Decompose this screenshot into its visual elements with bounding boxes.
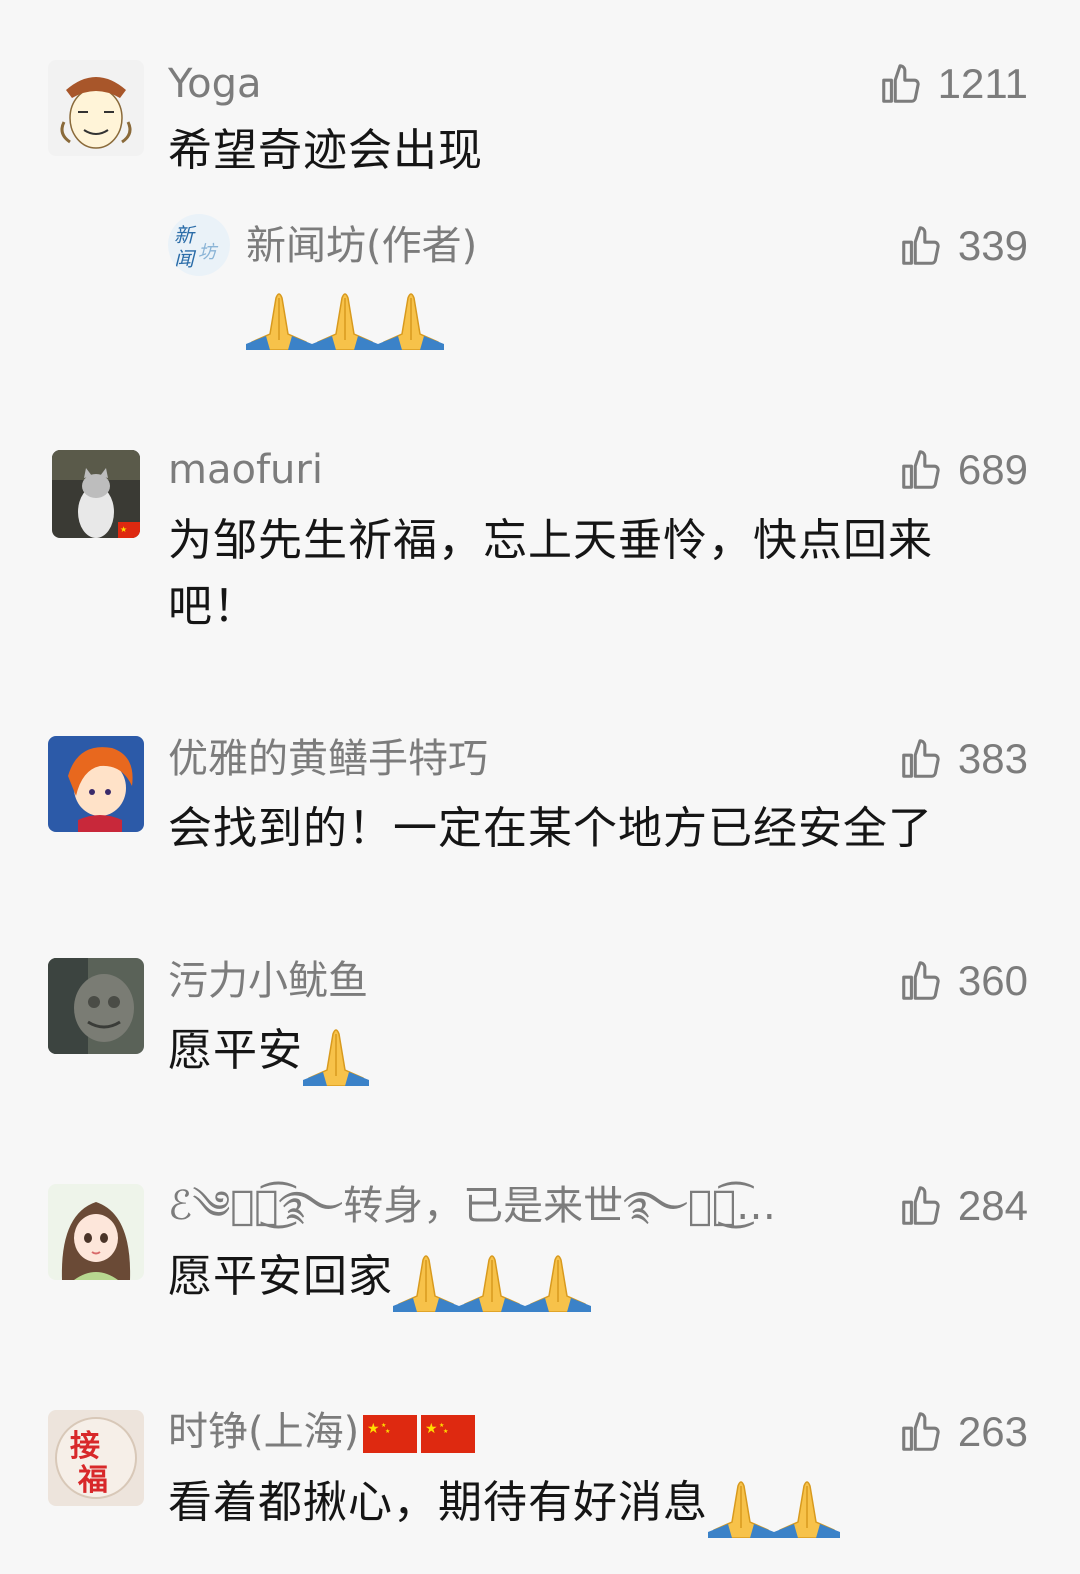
like-count: 339 [957, 222, 1028, 269]
pray-icon [774, 1472, 840, 1538]
svg-text:福: 福 [77, 1463, 108, 1498]
like-button[interactable]: 689 [898, 444, 1028, 496]
avatar[interactable] [48, 736, 144, 832]
username[interactable]: 时铮(上海) ★ ★ ★ ★ ★ ★ [168, 1406, 476, 1458]
like-button[interactable]: 284 [898, 1180, 1028, 1232]
pray-icon [312, 284, 378, 350]
thumbs-up-icon [898, 223, 944, 269]
reply-like-button[interactable]: 339 [898, 220, 1028, 272]
china-flag-icon: ★ ★ ★ [363, 1415, 418, 1453]
comment-text: 希望奇迹会出现 [168, 125, 483, 176]
pray-icon [459, 1246, 525, 1312]
username-text: 时铮(上海) [168, 1409, 360, 1455]
like-button[interactable]: 383 [898, 733, 1028, 785]
thumbs-up-icon [878, 61, 924, 107]
pray-icon [393, 1246, 459, 1312]
username[interactable]: 污力小鱿鱼 [168, 955, 368, 1007]
pray-icon [525, 1246, 591, 1312]
svg-text:接: 接 [70, 1429, 100, 1464]
username[interactable]: ℰ༄ঔৣ͜͡࿐转身，已是来世࿐ঔৣ͜͡… [168, 1180, 828, 1232]
svg-text:★: ★ [385, 1428, 390, 1435]
username[interactable]: 优雅的黄鳝手特巧 [168, 733, 488, 785]
svg-text:★: ★ [367, 1421, 380, 1437]
username[interactable]: maofuri [168, 444, 323, 496]
comment-text: 会找到的！一定在某个地方已经安全了 [168, 803, 933, 854]
thumbs-up-icon [898, 1183, 944, 1229]
comment-text: 看着都揪心，期待有好消息 [168, 1470, 1018, 1538]
pray-icon [378, 284, 444, 350]
thumbs-up-icon [898, 1409, 944, 1455]
svg-text:坊: 坊 [198, 242, 219, 263]
avatar[interactable]: ★ [52, 450, 140, 538]
svg-text:新: 新 [174, 223, 197, 247]
like-count: 383 [957, 735, 1028, 782]
avatar[interactable] [48, 60, 144, 156]
china-flag-icon: ★ ★ ★ [421, 1415, 476, 1453]
comment-text-content: 看着都揪心，期待有好消息 [168, 1477, 708, 1528]
username[interactable]: Yoga [168, 58, 262, 110]
thumbs-up-icon [898, 958, 944, 1004]
reply-username[interactable]: 新闻坊(作者) [246, 220, 477, 272]
comment-text-content: 愿平安 [168, 1025, 303, 1076]
like-count: 689 [957, 446, 1028, 493]
comment-text: 愿平安 [168, 1018, 1018, 1086]
comment-text-content: 愿平安回家 [168, 1251, 393, 1302]
like-button[interactable]: 360 [898, 955, 1028, 1007]
avatar[interactable]: 接 福 [48, 1410, 144, 1506]
svg-text:★: ★ [425, 1421, 438, 1437]
like-count: 284 [957, 1182, 1028, 1229]
pray-icon [246, 284, 312, 350]
like-count: 360 [957, 957, 1028, 1004]
svg-text:闻: 闻 [174, 247, 197, 271]
like-count: 263 [957, 1408, 1028, 1455]
thumbs-up-icon [898, 736, 944, 782]
reply-emoji-row [246, 284, 444, 354]
pray-icon [303, 1020, 369, 1086]
avatar[interactable] [48, 1184, 144, 1280]
comment-text: 为邹先生祈福，忘上天垂怜，快点回来吧！ [168, 515, 933, 632]
like-button[interactable]: 1211 [878, 58, 1028, 110]
svg-text:★: ★ [443, 1428, 448, 1435]
reply-avatar[interactable]: 新 闻 坊 [168, 214, 230, 276]
like-button[interactable]: 263 [898, 1406, 1028, 1458]
like-count: 1211 [937, 60, 1028, 107]
thumbs-up-icon [898, 447, 944, 493]
svg-text:★: ★ [120, 525, 127, 534]
pray-icon [708, 1472, 774, 1538]
comment-text: 愿平安回家 [168, 1244, 1018, 1312]
avatar[interactable] [48, 958, 144, 1054]
